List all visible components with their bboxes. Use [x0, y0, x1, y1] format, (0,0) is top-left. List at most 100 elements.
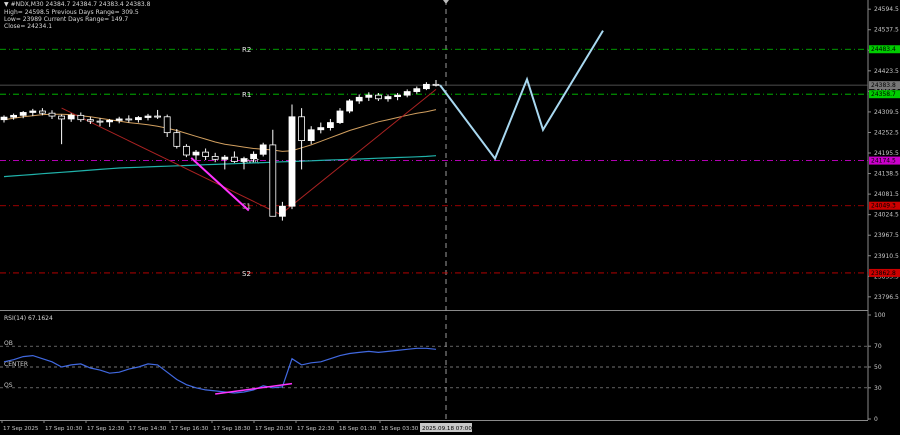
- forecast-projection: [439, 30, 604, 161]
- bullish-candle: [307, 129, 315, 141]
- level-label-r1: R1: [242, 91, 251, 99]
- bullish-candle: [29, 110, 37, 113]
- rsi-divergence-line: [215, 382, 293, 395]
- bullish-candle: [240, 158, 248, 162]
- price-tick-label: 23910.5: [874, 253, 899, 260]
- price-tick-label: 24309.5: [874, 109, 899, 116]
- bullish-candle: [278, 205, 286, 217]
- current-time-label: 2025.09.18 07:00: [422, 426, 472, 432]
- price-tick-label: 23967.5: [874, 232, 899, 239]
- slow-moving-average-line: [3, 155, 437, 178]
- bullish-candle: [288, 116, 296, 207]
- level-label-r2: R2: [242, 46, 251, 54]
- bullish-candle: [144, 115, 152, 118]
- bearish-candle: [96, 120, 104, 123]
- time-tick-label: 17 Sep 14:30: [129, 426, 167, 432]
- rsi-tick-label: 100: [874, 312, 886, 319]
- rsi-line: [3, 347, 437, 394]
- level-label-s2: S2: [242, 270, 251, 278]
- price-divergence-line: [190, 157, 250, 212]
- price-tick-label: 24081.5: [874, 191, 899, 198]
- bearish-candle: [269, 144, 277, 217]
- price-tick-label: 24252.5: [874, 129, 899, 136]
- bearish-candle: [202, 151, 210, 157]
- time-axis: 17 Sep 2025 17 Sep 10:30 17 Sep 12:30 17 Se…: [1, 420, 472, 432]
- bearish-candle: [298, 116, 306, 141]
- chart-window: { "header": { "symbol_line": "#NDX,M30 2…: [0, 0, 900, 435]
- rsi-tick-label: 50: [874, 364, 882, 371]
- rsi-title: RSI(14) 67.1624: [4, 315, 53, 322]
- bullish-candle: [422, 83, 430, 90]
- rsi-level-label-ob: OB: [4, 340, 13, 347]
- bullish-candle: [67, 114, 75, 120]
- time-tick-label: 18 Sep 01:30: [339, 426, 377, 432]
- price-badge-label: 24049.3: [871, 203, 896, 210]
- bearish-candle: [154, 115, 162, 118]
- bearish-candle: [58, 115, 65, 120]
- bullish-candle: [346, 100, 354, 112]
- bearish-candle: [77, 114, 85, 121]
- rsi-level-label-center: CENTER: [4, 361, 28, 368]
- forecast-zigzag-line: [439, 30, 604, 161]
- bearish-candle: [163, 116, 171, 134]
- price-badge-label: 24383.8: [871, 82, 896, 89]
- price-axis: 24594.524537.524480.524423.524366.524309…: [868, 6, 900, 301]
- bullish-candle: [106, 119, 113, 123]
- bullish-candle: [317, 127, 325, 131]
- bullish-candle: [394, 94, 402, 98]
- time-tick-label: 17 Sep 16:30: [171, 426, 209, 432]
- time-tick-label: 18 Sep 03:30: [381, 426, 419, 432]
- moving-averages: [3, 109, 437, 178]
- close-line: Close= 24234.1: [4, 23, 53, 30]
- bearish-candle: [211, 156, 219, 160]
- rsi-tick-label: 0: [874, 416, 878, 423]
- bearish-candle: [39, 110, 46, 114]
- bearish-candle: [374, 94, 382, 100]
- bullish-candle: [403, 91, 411, 96]
- price-tick-label: 24423.5: [874, 68, 899, 75]
- bearish-candle: [432, 83, 440, 86]
- bullish-candle: [336, 110, 344, 123]
- price-tick-label: 24594.5: [874, 6, 899, 13]
- time-tick-label: 17 Sep 18:30: [213, 426, 251, 432]
- time-tick-label: 17 Sep 2025: [3, 426, 39, 432]
- bullish-candle: [115, 118, 123, 121]
- current-time-marker-icon: [443, 0, 449, 4]
- time-tick-label: 17 Sep 22:30: [297, 426, 335, 432]
- price-tick-label: 24195.5: [874, 150, 899, 157]
- time-tick-label: 17 Sep 10:30: [45, 426, 83, 432]
- price-tick-label: 24138.5: [874, 171, 899, 178]
- bullish-candle: [259, 144, 267, 155]
- chart-grid: [0, 0, 869, 421]
- bearish-candle: [230, 156, 238, 162]
- bearish-candle: [87, 119, 94, 122]
- price-badge-label: 24358.7: [871, 91, 896, 98]
- candlesticks: [0, 80, 440, 221]
- bullish-candle: [413, 88, 421, 92]
- pivot-levels: R2R1PivotS1S2: [0, 46, 868, 278]
- price-tick-label: 23796.5: [874, 294, 899, 301]
- bearish-candle: [182, 145, 190, 156]
- time-tick-label: 17 Sep 12:30: [87, 426, 125, 432]
- symbol-line: #NDX,M30 24384.7 24384.7 24383.4 24383.8: [10, 1, 151, 8]
- rsi-level-label-os: OS: [4, 382, 13, 389]
- chart-pattern-lines: [61, 89, 437, 216]
- rsi-panel: RSI(14) 67.1624 OB CENTER OS 100 70 50 30 0: [0, 312, 886, 423]
- symbol-info: ▼ #NDX,M30 24384.7 24384.7 24383.4 24383.…: [4, 1, 150, 8]
- bearish-candle: [48, 112, 56, 117]
- bullish-candle: [365, 94, 373, 98]
- bullish-candle: [355, 96, 363, 102]
- bullish-candle: [0, 116, 8, 121]
- time-tick-label: 17 Sep 20:30: [255, 426, 293, 432]
- bearish-candle: [173, 132, 181, 147]
- price-badge-label: 24483.4: [871, 46, 896, 53]
- bullish-candle: [250, 153, 258, 160]
- bullish-candle: [134, 117, 142, 121]
- bullish-candle: [326, 122, 334, 129]
- bullish-candle: [221, 156, 229, 160]
- rsi-tick-label: 30: [874, 385, 882, 392]
- dropdown-triangle-icon[interactable]: ▼: [4, 1, 9, 8]
- bullish-candle: [384, 96, 392, 100]
- price-tick-label: 24537.5: [874, 27, 899, 34]
- bullish-candle: [10, 114, 18, 118]
